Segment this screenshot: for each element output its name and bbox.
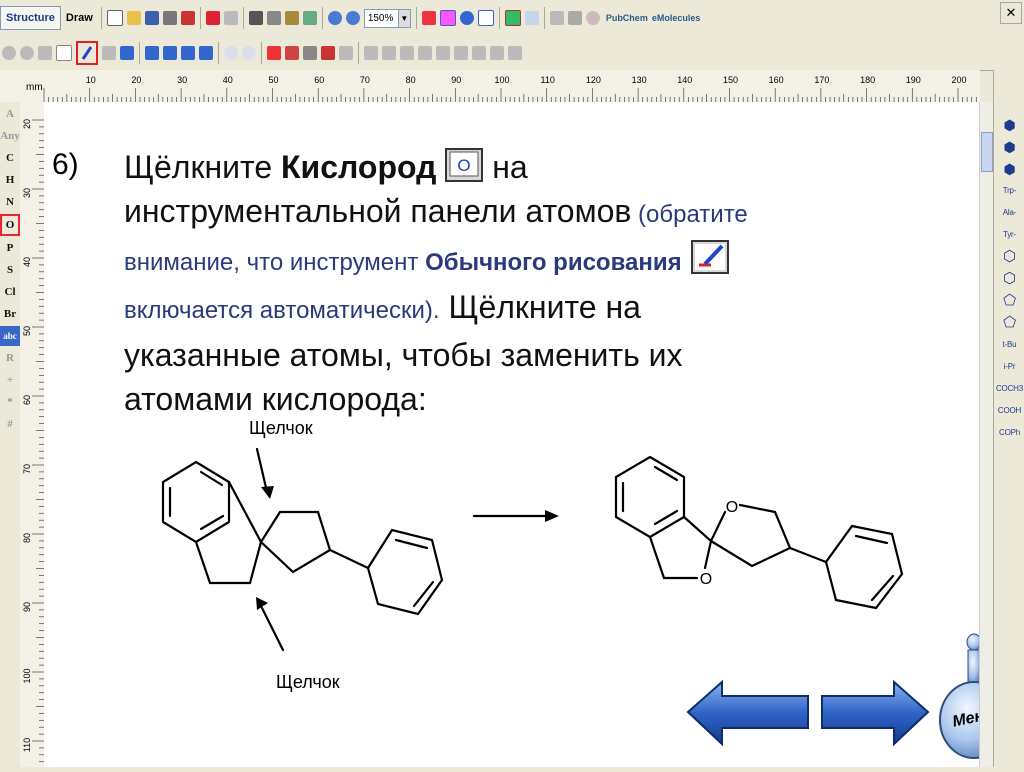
template-t-bu[interactable]: t-Bu	[994, 334, 1024, 356]
back-arrow-icon[interactable]	[686, 679, 809, 747]
ring-template-icon[interactable]: ⬢	[994, 114, 1024, 136]
product-phenyl	[788, 524, 904, 610]
template-ala-[interactable]: Ala-	[994, 202, 1024, 224]
template-coph[interactable]: COPh	[994, 422, 1024, 444]
template-palette: ⬢ ⬢ ⬢ Trp- Ala- Tyr- ⬡ ⬡ ⬠ ⬠ t-Bu i-Pr COCH3 COOH COPh	[993, 70, 1024, 767]
scrollbar-thumb[interactable]	[981, 132, 993, 172]
pentagon-icon[interactable]: ⬠	[994, 290, 1024, 312]
product-oxygen-atom-1: O	[726, 499, 738, 516]
vertical-scrollbar[interactable]	[979, 102, 994, 767]
slide-navigation	[686, 679, 930, 747]
template-cooh[interactable]: COOH	[994, 400, 1024, 422]
reactant-cyclopentane	[259, 510, 332, 574]
pentagon-icon[interactable]: ⬠	[994, 312, 1024, 334]
template-coch3[interactable]: COCH3	[994, 378, 1024, 400]
product-benzene	[614, 455, 686, 539]
forward-arrow-icon[interactable]	[821, 679, 930, 747]
reactant-phenyl	[328, 528, 444, 616]
hexagon-icon[interactable]: ⬡	[994, 246, 1024, 268]
product-oxygen-atom-2: O	[700, 571, 712, 588]
palette-header	[994, 70, 1024, 114]
template-i-pr[interactable]: i-Pr	[994, 356, 1024, 378]
product-furan-ring	[648, 515, 713, 580]
ring-template-icon[interactable]: ⬢	[994, 136, 1024, 158]
arrowhead-top	[261, 486, 274, 499]
product-oxolane-ring	[709, 503, 792, 568]
template-trp-[interactable]: Trp-	[994, 180, 1024, 202]
reaction-arrowhead	[545, 510, 559, 522]
hexagon-icon[interactable]: ⬡	[994, 268, 1024, 290]
reactant-benzene	[161, 460, 231, 544]
reaction-scheme: O O	[161, 447, 904, 652]
template-tyr-[interactable]: Tyr-	[994, 224, 1024, 246]
ring-template-icon[interactable]: ⬢	[994, 158, 1024, 180]
